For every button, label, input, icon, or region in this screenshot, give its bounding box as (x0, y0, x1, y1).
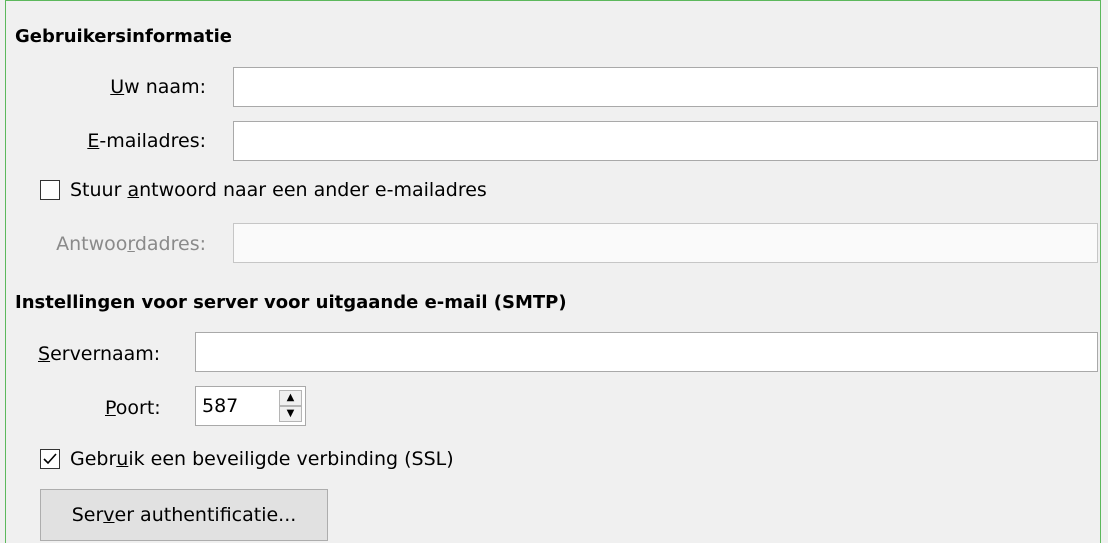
server-name-input[interactable] (196, 333, 1097, 371)
email-label-mnemonic: E (87, 130, 100, 152)
name-label-mnemonic: U (110, 76, 125, 98)
email-label-text: -mailadres: (99, 130, 206, 152)
reply-address-label-post: dadres: (134, 233, 206, 255)
name-field[interactable] (233, 67, 1098, 107)
ssl-checkbox-row[interactable]: Gebruik een beveiligde verbinding (SSL) (40, 448, 454, 470)
reply-address-label-mnemonic: r (127, 233, 135, 255)
reply-checkbox-label-post: ntwoord naar een ander e-mailadres (139, 179, 487, 201)
reply-address-input (234, 224, 1097, 262)
ssl-label-mnemonic: u (116, 448, 129, 470)
port-value[interactable]: 587 (196, 387, 279, 425)
auth-button-label-pre: Ser (71, 504, 104, 526)
ssl-label-post: ik een beveiligde verbinding (SSL) (128, 448, 454, 470)
name-input[interactable] (234, 68, 1097, 106)
reply-checkbox-label-pre: Stuur (70, 179, 128, 201)
reply-checkbox-label: Stuur antwoord naar een ander e-mailadre… (70, 179, 487, 201)
reply-address-label-pre: Antwoo (56, 233, 128, 255)
name-label: Uw naam: (60, 76, 206, 98)
user-info-heading: Gebruikersinformatie (15, 26, 232, 47)
server-label-mnemonic: S (38, 343, 51, 365)
reply-checkbox[interactable] (40, 180, 60, 200)
ssl-label-pre: Gebr (70, 448, 117, 470)
auth-button-label-mnemonic: v (103, 504, 115, 526)
port-label-text: oort: (115, 397, 161, 419)
reply-checkbox-row[interactable]: Stuur antwoord naar een ander e-mailadre… (40, 179, 487, 201)
server-label: Servernaam: (38, 343, 160, 365)
server-label-text: ervernaam: (50, 343, 161, 365)
auth-button-label-post: er authentificatie... (114, 504, 297, 526)
smtp-heading: Instellingen voor server voor uitgaande … (15, 292, 567, 313)
reply-address-field (233, 223, 1098, 263)
port-spinbox[interactable]: 587 ▲ ▼ (195, 386, 306, 426)
server-authentication-button[interactable]: Ser v er authentificatie... (40, 489, 328, 541)
email-label: E-mailadres: (60, 130, 206, 152)
name-label-text: w naam: (124, 76, 206, 98)
reply-checkbox-label-mnemonic: a (127, 179, 140, 201)
ssl-checkbox[interactable] (40, 449, 60, 469)
ssl-checkbox-label: Gebruik een beveiligde verbinding (SSL) (70, 448, 454, 470)
email-input[interactable] (234, 122, 1097, 160)
port-label: Poort: (105, 397, 161, 419)
server-name-field[interactable] (195, 332, 1098, 372)
checkmark-icon (43, 453, 57, 465)
email-field[interactable] (233, 121, 1098, 161)
reply-address-label: Antwoordadres: (20, 233, 206, 255)
port-label-mnemonic: P (105, 397, 116, 419)
spin-down-icon[interactable]: ▼ (279, 406, 302, 422)
spin-up-icon[interactable]: ▲ (279, 390, 302, 406)
